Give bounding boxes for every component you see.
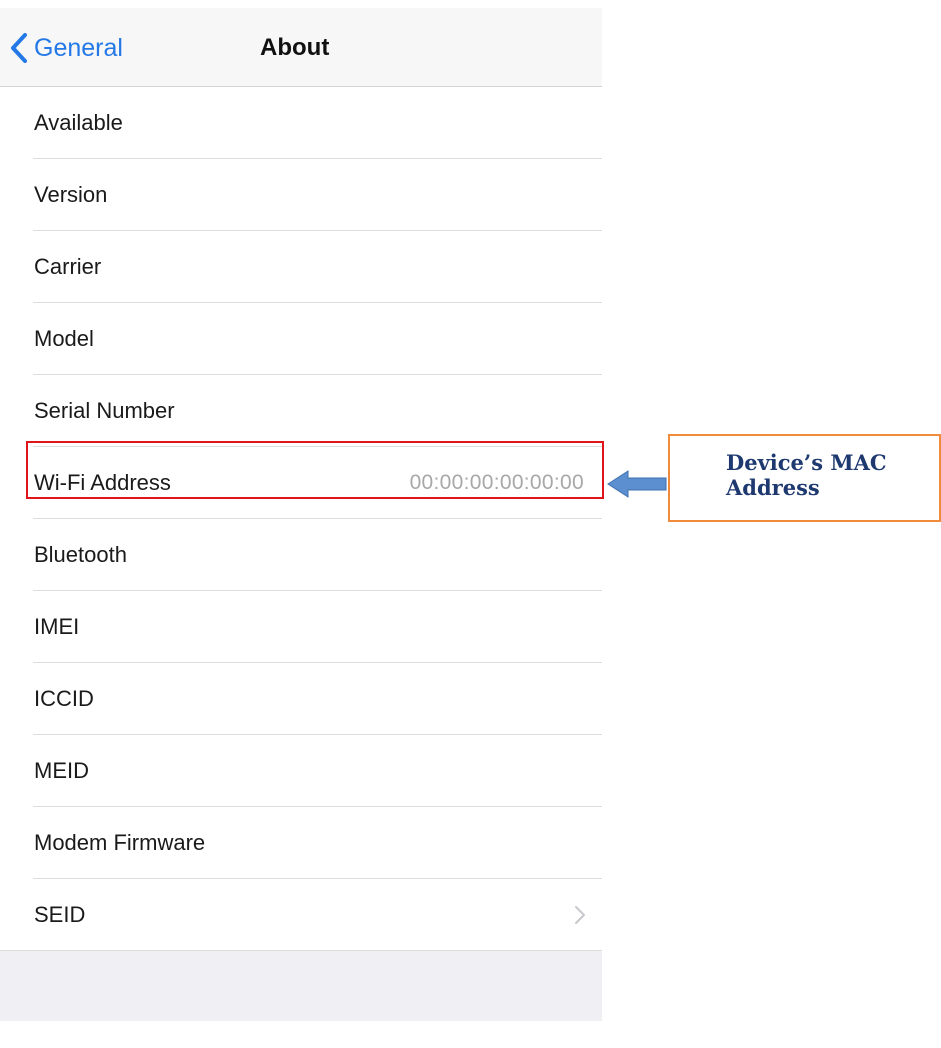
back-button[interactable]: General [10,28,123,68]
row-label: ICCID [34,686,94,711]
arrow-left-icon [607,470,667,498]
callout-line-2: Address [726,475,820,500]
navigation-bar: General About [0,8,602,87]
row-label: Carrier [34,254,102,279]
back-button-label: General [34,33,123,62]
chevron-left-icon [11,33,27,63]
row-label: Wi-Fi Address [34,470,171,495]
mac-address-callout: Device’s MAC Address [668,434,941,522]
about-list: Available Version Carrier Model Serial N… [0,87,602,1048]
list-item-seid[interactable]: SEID [0,879,602,951]
list-item-legal[interactable]: Legal [0,1021,602,1048]
row-label: Model [34,326,94,351]
list-item-imei: IMEI [0,591,602,663]
list-item-version: Version [0,159,602,231]
row-label: Available [34,110,123,135]
page-title: About [260,34,330,61]
list-item-bluetooth: Bluetooth [0,519,602,591]
callout-line-1: Device’s MAC [726,450,887,475]
list-item-model: Model [0,303,602,375]
page: General About Available Version Carrier … [0,0,941,1048]
row-label: MEID [34,758,89,783]
row-label: SEID [34,902,86,927]
row-label: Version [34,182,108,207]
settings-screen: General About Available Version Carrier … [0,8,602,1048]
row-label: Serial Number [34,398,175,423]
row-label: IMEI [34,614,80,639]
row-label: Legal [34,1021,88,1048]
wifi-address-value: 00:00:00:00:00:00 [409,471,584,494]
list-item-carrier: Carrier [0,231,602,303]
list-item-meid: MEID [0,735,602,807]
list-item-modem-firmware: Modem Firmware [0,807,602,879]
list-item-serial-number: Serial Number [0,375,602,447]
list-item-available: Available [0,87,602,159]
chevron-right-icon [575,906,585,924]
list-item-wifi-address: Wi-Fi Address 00:00:00:00:00:00 [0,447,602,519]
section-spacer [0,951,602,1021]
row-label: Bluetooth [34,542,127,567]
list-item-iccid: ICCID [0,663,602,735]
row-label: Modem Firmware [34,830,206,855]
